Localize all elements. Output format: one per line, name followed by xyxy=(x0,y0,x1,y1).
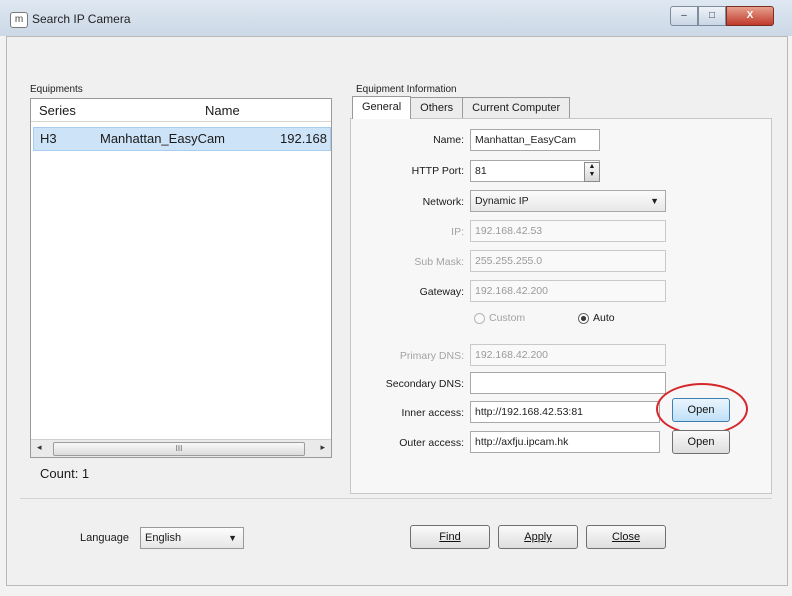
close-label: Close xyxy=(611,531,641,543)
auto-dns-label: Auto xyxy=(593,312,615,324)
maximize-button[interactable]: □ xyxy=(698,6,726,26)
submask-label: Sub Mask: xyxy=(414,256,464,268)
tab-others[interactable]: Others xyxy=(410,97,464,118)
http-port-label: HTTP Port: xyxy=(411,165,464,177)
secondary-dns-label: Secondary DNS: xyxy=(385,378,464,390)
auto-dns-radio[interactable] xyxy=(578,313,589,324)
network-value: Dynamic IP xyxy=(475,195,529,207)
tab-strip: General Others Current Computer xyxy=(352,96,571,119)
port-stepper[interactable]: ▲ ▼ xyxy=(584,162,600,182)
inner-access-field[interactable]: http://192.168.42.53:81 xyxy=(470,401,660,423)
secondary-dns-field[interactable] xyxy=(470,372,666,394)
find-label: Find xyxy=(439,531,461,543)
scroll-left-icon[interactable]: ◂ xyxy=(37,442,42,453)
ip-field: 192.168.42.53 xyxy=(470,220,666,242)
outer-access-label: Outer access: xyxy=(399,437,464,449)
scroll-right-icon[interactable]: ▸ xyxy=(320,442,325,453)
http-port-field[interactable]: 81 xyxy=(470,160,600,182)
chevron-down-icon: ▼ xyxy=(650,196,659,206)
row-ip: 192.168 xyxy=(280,131,327,146)
footer-divider xyxy=(20,498,772,499)
scrollbar-thumb[interactable]: III xyxy=(53,442,305,456)
ip-label: IP: xyxy=(451,226,464,238)
table-row[interactable]: H3 Manhattan_EasyCam 192.168 xyxy=(33,127,331,151)
list-header: Series Name xyxy=(31,99,331,122)
equipments-group-label: Equipments xyxy=(30,84,83,95)
network-select[interactable]: Dynamic IP ▼ xyxy=(470,190,666,212)
close-button[interactable]: Close xyxy=(586,525,666,549)
name-label: Name: xyxy=(433,134,464,146)
outer-access-field[interactable]: http://axfju.ipcam.hk xyxy=(470,431,660,453)
gateway-field: 192.168.42.200 xyxy=(470,280,666,302)
apply-label: Apply xyxy=(524,531,552,543)
highlight-circle xyxy=(656,383,748,435)
find-button[interactable]: Find xyxy=(410,525,490,549)
language-label: Language xyxy=(80,532,129,544)
submask-field: 255.255.255.0 xyxy=(470,250,666,272)
equipment-info-group-label: Equipment Information xyxy=(356,84,457,95)
network-label: Network: xyxy=(422,196,464,208)
custom-dns-label: Custom xyxy=(489,312,526,324)
close-window-button[interactable]: X xyxy=(726,6,774,26)
row-series: H3 xyxy=(40,131,57,146)
language-value: English xyxy=(145,532,182,544)
app-icon: m xyxy=(10,12,28,28)
primary-dns-field: 192.168.42.200 xyxy=(470,344,666,366)
language-select[interactable]: English ▼ xyxy=(140,527,244,549)
equipment-list[interactable]: Series Name H3 Manhattan_EasyCam 192.168… xyxy=(30,98,332,458)
horizontal-scrollbar[interactable]: ◂ III ▸ xyxy=(31,439,331,457)
window-title: Search IP Camera xyxy=(32,12,131,26)
outer-open-button[interactable]: Open xyxy=(672,430,730,454)
minimize-button[interactable]: – xyxy=(670,6,698,26)
window-controls: – □ X xyxy=(670,6,774,26)
tab-current-computer[interactable]: Current Computer xyxy=(462,97,571,118)
row-name: Manhattan_EasyCam xyxy=(100,131,226,146)
column-series[interactable]: Series xyxy=(39,103,76,118)
custom-dns-radio[interactable] xyxy=(474,313,485,324)
name-field[interactable]: Manhattan_EasyCam xyxy=(470,129,600,151)
count-label: Count: 1 xyxy=(40,466,90,481)
column-name[interactable]: Name xyxy=(205,103,240,118)
inner-access-label: Inner access: xyxy=(401,407,464,419)
gateway-label: Gateway: xyxy=(419,286,464,298)
apply-button[interactable]: Apply xyxy=(498,525,578,549)
http-port-value: 81 xyxy=(475,165,487,177)
tab-general[interactable]: General xyxy=(352,96,412,119)
primary-dns-label: Primary DNS: xyxy=(399,350,464,362)
chevron-down-icon: ▼ xyxy=(228,533,237,543)
